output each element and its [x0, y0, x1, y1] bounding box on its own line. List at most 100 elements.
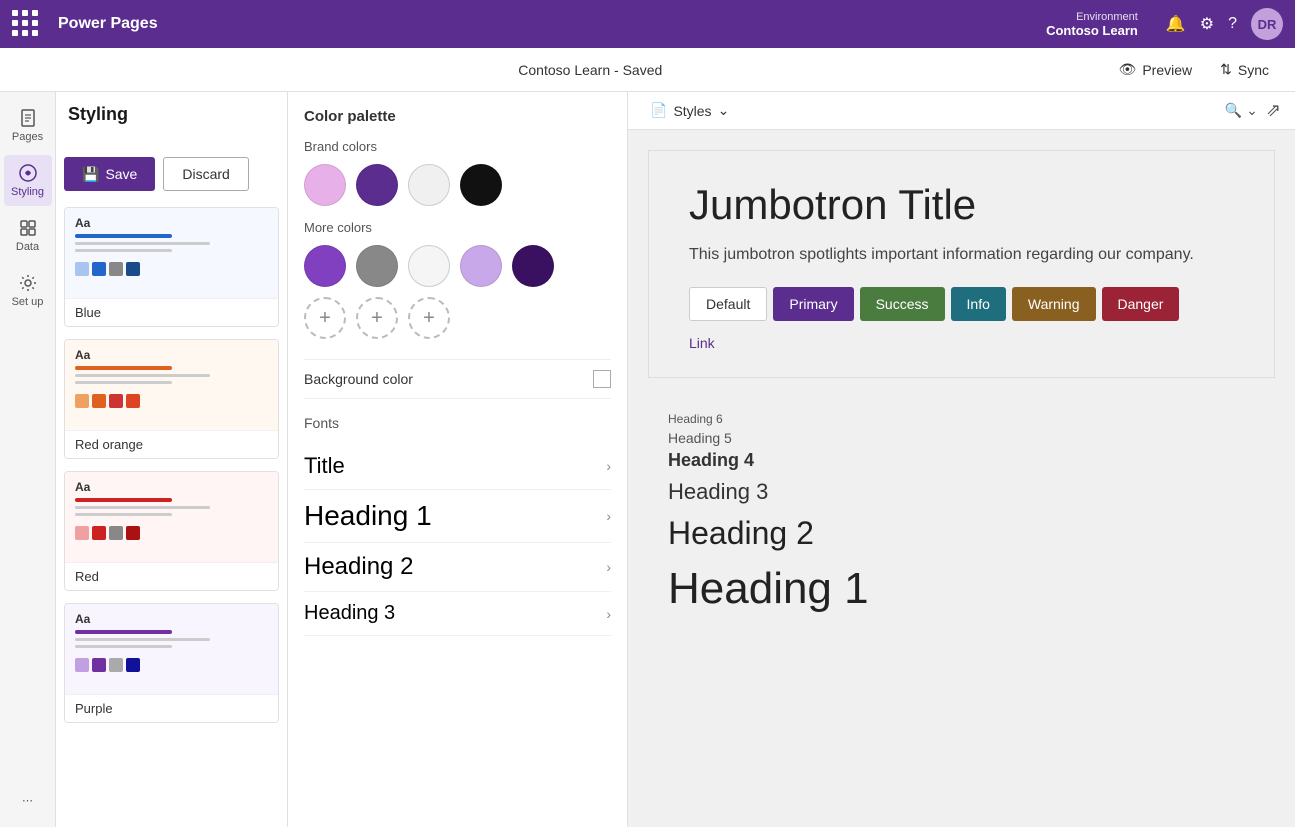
add-color-btn-0[interactable]: +: [304, 297, 346, 339]
preview-button[interactable]: 👁 Preview: [1109, 57, 1203, 82]
jbtn-primary[interactable]: Primary: [773, 287, 853, 321]
theme-card-blue[interactable]: Aa Blue: [64, 207, 279, 327]
heading-2: Heading 2: [668, 515, 1255, 552]
main-layout: Pages Styling Data Set up ⋯ Styling 💾 Sa…: [0, 92, 1295, 827]
sidebar-item-styling[interactable]: Styling: [4, 155, 52, 206]
theme-card-red[interactable]: Aa Red: [64, 471, 279, 591]
preview-area: 📄 Styles ⌄ 🔍 ⌄ ⇗ Jumbotron Title This ju…: [628, 92, 1295, 827]
color-palette-section: Color palette Brand colors More colors +…: [304, 108, 611, 339]
sidebar-item-styling-label: Styling: [11, 186, 44, 198]
brand-color-2[interactable]: [408, 164, 450, 206]
sync-icon: ⇅: [1220, 61, 1232, 78]
sidebar-icons: Pages Styling Data Set up ⋯: [0, 92, 56, 827]
jbtn-danger[interactable]: Danger: [1102, 287, 1180, 321]
preview-content: Jumbotron Title This jumbotron spotlight…: [628, 130, 1295, 827]
environment-info: Environment Contoso Learn: [1046, 11, 1138, 38]
font-h3-label: Heading 3: [304, 602, 395, 625]
sidebar-item-pages-label: Pages: [12, 131, 43, 143]
expand-button[interactable]: ⇗: [1266, 100, 1281, 121]
font-h2-chevron: ›: [606, 559, 611, 575]
font-h2-label: Heading 2: [304, 553, 413, 581]
styling-panel: Color palette Brand colors More colors +…: [288, 92, 628, 827]
jumbotron: Jumbotron Title This jumbotron spotlight…: [648, 150, 1275, 378]
jumbotron-link[interactable]: Link: [689, 335, 715, 351]
zoom-control[interactable]: 🔍 ⌄: [1225, 102, 1258, 119]
add-color-btn-1[interactable]: +: [356, 297, 398, 339]
styles-chevron-icon: ⌄: [718, 102, 730, 119]
font-row-title[interactable]: Title ›: [304, 443, 611, 490]
brand-colors-label: Brand colors: [304, 139, 611, 154]
jumbotron-text: This jumbotron spotlights important info…: [689, 243, 1234, 267]
discard-button[interactable]: Discard: [163, 157, 248, 191]
jumbotron-title: Jumbotron Title: [689, 181, 1234, 229]
jbtn-info[interactable]: Info: [951, 287, 1006, 321]
sidebar-item-setup[interactable]: Set up: [4, 265, 52, 316]
jbtn-warning[interactable]: Warning: [1012, 287, 1096, 321]
heading-1: Heading 1: [668, 564, 1255, 614]
sidebar-item-more[interactable]: ⋯: [4, 786, 52, 815]
fonts-section: Fonts Title › Heading 1 › Heading 2 › He…: [304, 415, 611, 636]
zoom-icon: 🔍: [1225, 102, 1242, 119]
settings-icon[interactable]: ⚙: [1200, 14, 1214, 34]
theme-name-redorange: Red orange: [75, 437, 143, 452]
brand-color-1[interactable]: [356, 164, 398, 206]
sidebar-item-data[interactable]: Data: [4, 210, 52, 261]
fonts-label: Fonts: [304, 415, 611, 431]
themes-list: Aa Blue Aa: [64, 207, 279, 735]
more-color-4[interactable]: [512, 245, 554, 287]
help-icon[interactable]: ?: [1228, 15, 1237, 33]
more-colors-label: More colors: [304, 220, 611, 235]
top-nav: Power Pages Environment Contoso Learn 🔔 …: [0, 0, 1295, 48]
heading-4: Heading 4: [668, 450, 1255, 471]
more-icon: ⋯: [22, 794, 33, 807]
theme-name-blue: Blue: [75, 305, 101, 320]
font-row-h2[interactable]: Heading 2 ›: [304, 543, 611, 592]
preview-toolbar: 📄 Styles ⌄ 🔍 ⌄ ⇗: [628, 92, 1295, 130]
brand-color-0[interactable]: [304, 164, 346, 206]
page-title: Contoso Learn - Saved: [418, 62, 764, 78]
font-title-chevron: ›: [606, 458, 611, 474]
more-color-1[interactable]: [356, 245, 398, 287]
save-icon: 💾: [82, 166, 99, 183]
brand-colors: [304, 164, 611, 206]
font-row-h1[interactable]: Heading 1 ›: [304, 490, 611, 543]
sidebar-item-pages[interactable]: Pages: [4, 100, 52, 151]
theme-name-red: Red: [75, 569, 99, 584]
notification-icon[interactable]: 🔔: [1166, 14, 1186, 34]
secondary-bar-actions: 👁 Preview ⇅ Sync: [1109, 57, 1279, 82]
sidebar-item-setup-label: Set up: [12, 296, 44, 308]
styles-doc-icon: 📄: [650, 102, 667, 119]
top-nav-icons: 🔔 ⚙ ? DR: [1166, 8, 1283, 40]
headings-section: Heading 6 Heading 5 Heading 4 Heading 3 …: [648, 402, 1275, 624]
preview-icon: 👁: [1119, 61, 1137, 78]
more-color-2[interactable]: [408, 245, 450, 287]
secondary-bar: Contoso Learn - Saved 👁 Preview ⇅ Sync: [0, 48, 1295, 92]
background-color-checkbox[interactable]: [593, 370, 611, 388]
font-row-h3[interactable]: Heading 3 ›: [304, 592, 611, 636]
heading-5: Heading 5: [668, 430, 1255, 446]
font-h1-label: Heading 1: [304, 500, 432, 532]
background-color-section: Background color: [304, 359, 611, 399]
more-color-0[interactable]: [304, 245, 346, 287]
more-color-3[interactable]: [460, 245, 502, 287]
font-h1-chevron: ›: [606, 508, 611, 524]
themes-panel-header: Styling: [64, 104, 132, 125]
theme-card-purple[interactable]: Aa Purple: [64, 603, 279, 723]
styles-button[interactable]: 📄 Styles ⌄: [642, 98, 737, 123]
sync-button[interactable]: ⇅ Sync: [1210, 57, 1279, 82]
font-h3-chevron: ›: [606, 606, 611, 622]
heading-3: Heading 3: [668, 479, 1255, 505]
zoom-chevron-icon: ⌄: [1246, 102, 1258, 119]
themes-panel: Styling 💾 Save Discard Aa: [56, 92, 288, 827]
user-avatar[interactable]: DR: [1251, 8, 1283, 40]
app-grid-icon[interactable]: [12, 10, 40, 38]
heading-6: Heading 6: [668, 412, 1255, 426]
theme-card-redorange[interactable]: Aa Red orange: [64, 339, 279, 459]
save-button[interactable]: 💾 Save: [64, 157, 155, 191]
brand-color-3[interactable]: [460, 164, 502, 206]
jbtn-success[interactable]: Success: [860, 287, 945, 321]
app-logo: Power Pages: [58, 15, 158, 33]
jbtn-default[interactable]: Default: [689, 287, 767, 321]
add-color-btn-2[interactable]: +: [408, 297, 450, 339]
sidebar-item-data-label: Data: [16, 241, 39, 253]
